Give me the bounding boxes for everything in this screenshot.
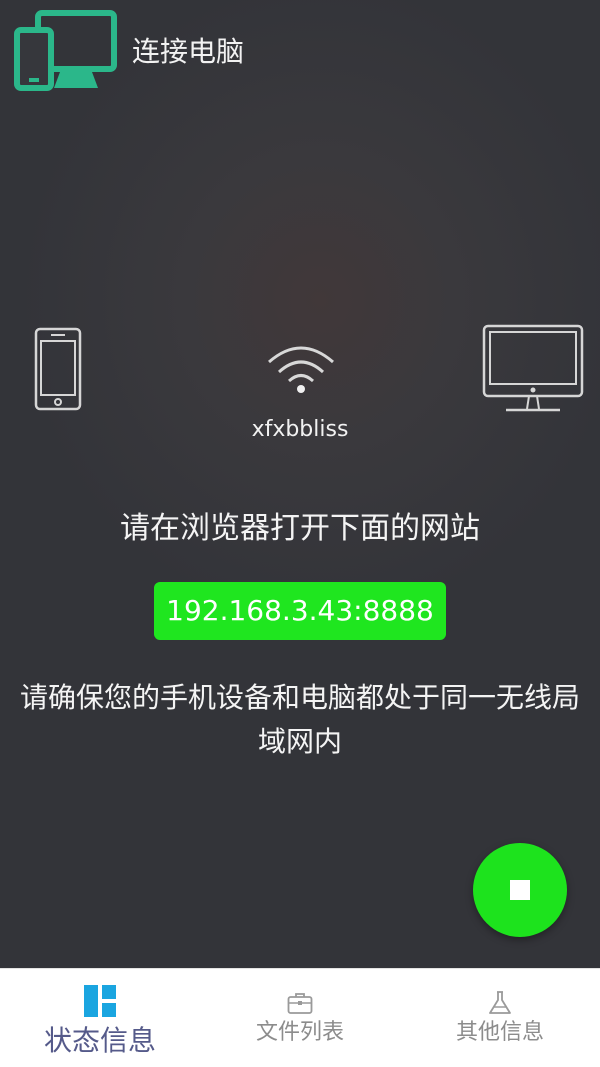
tab-other-info[interactable]: 其他信息 bbox=[400, 969, 600, 1067]
phone-icon bbox=[34, 327, 82, 411]
tab-file-list[interactable]: 文件列表 bbox=[200, 969, 400, 1067]
network-note: 请确保您的手机设备和电脑都处于同一无线局域网内 bbox=[20, 681, 581, 758]
briefcase-icon bbox=[287, 993, 313, 1014]
server-url[interactable]: 192.168.3.43:8888 bbox=[154, 582, 446, 640]
tab-files-label: 文件列表 bbox=[255, 1020, 344, 1045]
tab-status-info[interactable]: 状态信息 bbox=[0, 969, 200, 1067]
app-header: 连接电脑 bbox=[0, 0, 600, 100]
devices-icon bbox=[14, 10, 117, 91]
page-title: 连接电脑 bbox=[132, 35, 245, 68]
stop-icon bbox=[510, 880, 530, 900]
dashboard-icon bbox=[84, 985, 116, 1017]
tab-status-label: 状态信息 bbox=[43, 1024, 156, 1057]
wifi-icon bbox=[268, 346, 334, 393]
tab-other-label: 其他信息 bbox=[455, 1020, 544, 1045]
bottom-navigation: 状态信息 文件列表 其他信息 bbox=[0, 968, 600, 1067]
main-screen: 连接电脑 xfxbbliss 请在浏览器打开下面的网站 192.168.3.43… bbox=[0, 0, 600, 968]
flask-icon bbox=[489, 991, 511, 1014]
url-container: 192.168.3.43:8888 bbox=[0, 582, 600, 640]
instruction-text: 请在浏览器打开下面的网站 bbox=[120, 511, 480, 546]
wifi-network-name: xfxbbliss bbox=[251, 417, 349, 442]
monitor-icon bbox=[482, 324, 584, 412]
stop-server-button[interactable] bbox=[473, 843, 567, 937]
